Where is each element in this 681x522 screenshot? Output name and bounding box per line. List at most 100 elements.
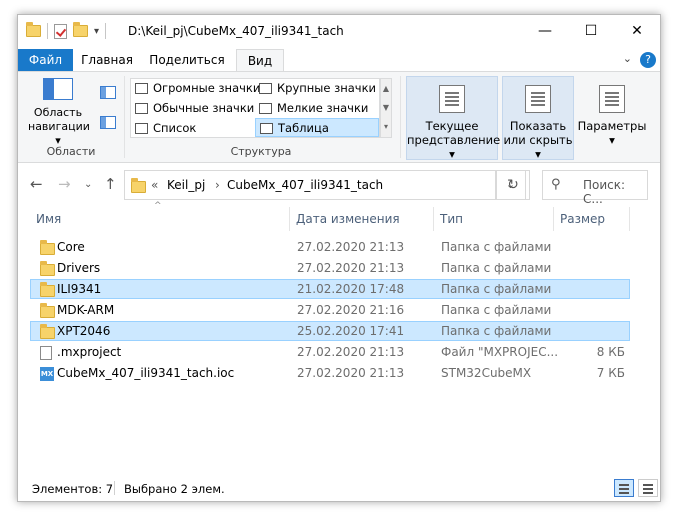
show-hide-button[interactable]: Показать или скрыть ▾ [502, 76, 574, 161]
layout-gallery-scroll[interactable]: ▲ ▼ ▾ [380, 78, 392, 138]
options-button[interactable]: Параметры ▾ [576, 76, 648, 160]
small-icons-icon [259, 103, 272, 114]
file-type: Папка с файлами [441, 282, 552, 296]
divider [105, 23, 107, 39]
recent-chevron-icon[interactable]: ⌄ [84, 179, 92, 190]
folder-icon [40, 324, 55, 339]
details-view-button[interactable] [614, 479, 634, 497]
file-name: ILI9341 [57, 282, 102, 296]
breadcrumb-separator[interactable]: › [215, 178, 220, 192]
divider [47, 23, 48, 39]
list-item[interactable]: Drivers 27.02.2020 21:13 Папка с файлами [30, 258, 630, 278]
column-type[interactable]: Тип [434, 207, 554, 231]
selected-count: Выбрано 2 элем. [124, 482, 225, 496]
layout-label: Список [153, 121, 197, 135]
layout-huge-icons[interactable]: Огромные значки [131, 79, 260, 98]
preview-pane-icon[interactable] [100, 86, 116, 99]
address-bar[interactable]: « Keil_pj › CubeMx_407_ili9341_tach [124, 170, 496, 200]
group-label-areas: Области [46, 145, 96, 158]
list-item[interactable]: MDK-ARM 27.02.2020 21:16 Папка с файлами [30, 300, 630, 320]
refresh-button[interactable]: ↻ [496, 170, 530, 200]
column-headers: ^ Имя Дата изменения Тип Размер [18, 201, 660, 231]
show-hide-label-1: Показать [509, 119, 567, 133]
address-row: ← → ⌄ ↑ « Keil_pj › CubeMx_407_ili9341_t… [18, 165, 660, 206]
minimize-button[interactable]: — [522, 15, 568, 47]
divider [400, 76, 401, 158]
up-arrow-icon[interactable]: ↑ [104, 175, 117, 193]
folder-icon [40, 303, 55, 318]
details-icon [260, 123, 273, 134]
file-type: Папка с файлами [441, 240, 552, 254]
file-date: 21.02.2020 17:48 [297, 282, 405, 296]
details-pane-icon[interactable] [100, 116, 116, 129]
back-arrow-icon[interactable]: ← [30, 175, 43, 193]
file-type: Папка с файлами [441, 324, 552, 338]
layout-details[interactable]: Таблица [255, 118, 379, 137]
breadcrumb-current[interactable]: CubeMx_407_ili9341_tach [227, 178, 383, 192]
refresh-icon: ↻ [507, 177, 519, 193]
current-view-icon [439, 85, 465, 113]
show-hide-icon [525, 85, 551, 113]
properties-icon[interactable] [54, 23, 67, 39]
stm32cubemx-icon: MX [40, 367, 54, 381]
navigation-pane-icon [43, 78, 73, 100]
file-date: 27.02.2020 21:13 [297, 366, 405, 380]
list-item[interactable]: ILI9341 21.02.2020 17:48 Папка с файлами [30, 279, 630, 299]
file-date: 27.02.2020 21:13 [297, 240, 405, 254]
current-view-button[interactable]: Текущее представление ▾ [406, 76, 500, 161]
file-date: 27.02.2020 21:13 [297, 261, 405, 275]
column-name[interactable]: Имя [30, 207, 290, 231]
tab-file[interactable]: Файл [18, 49, 73, 71]
file-icon [40, 346, 52, 360]
breadcrumb-keil-pj[interactable]: Keil_pj [167, 178, 205, 192]
layout-list[interactable]: Список [131, 119, 255, 138]
search-placeholder: Поиск: С... [583, 178, 626, 206]
options-label-2: ▾ [609, 133, 615, 147]
folder-icon [40, 282, 55, 297]
maximize-button[interactable]: ☐ [568, 15, 614, 47]
layout-large-icons[interactable]: Крупные значки [255, 79, 379, 98]
forward-arrow-icon[interactable]: → [58, 175, 71, 193]
file-name: .mxproject [57, 345, 122, 359]
list-item[interactable]: MX CubeMx_407_ili9341_tach.ioc 27.02.202… [30, 363, 630, 383]
chevron-down-icon[interactable]: ⌄ [623, 52, 632, 65]
customize-qat-icon[interactable]: ▾ [94, 26, 99, 37]
quick-access-toolbar: ▾ [26, 22, 107, 39]
tab-share[interactable]: Поделиться [148, 49, 226, 71]
file-type: STM32CubeMX [441, 366, 532, 380]
breadcrumb-overflow[interactable]: « [151, 178, 158, 192]
large-icons-icon [259, 83, 272, 94]
navigation-pane-label-2: навигации ▾ [28, 120, 90, 147]
file-date: 27.02.2020 21:16 [297, 303, 405, 317]
layout-label: Крупные значки [277, 81, 377, 95]
list-item[interactable]: Core 27.02.2020 21:13 Папка с файлами [30, 237, 630, 257]
folder-icon[interactable] [26, 22, 41, 37]
new-folder-icon[interactable] [73, 22, 88, 37]
file-date: 25.02.2020 17:41 [297, 324, 405, 338]
layout-label: Огромные значки [153, 81, 261, 95]
help-button[interactable]: ? [640, 52, 656, 68]
ribbon: Область навигации ▾ Области Огромные зна… [18, 71, 660, 163]
search-input[interactable]: ⚲ Поиск: С... [542, 170, 648, 206]
layout-label: Мелкие значки [277, 101, 369, 115]
file-name: Core [57, 240, 85, 254]
large-icons-view-button[interactable] [638, 479, 658, 497]
divider [124, 76, 125, 158]
layout-label: Таблица [278, 121, 329, 135]
layout-small-icons[interactable]: Мелкие значки [255, 99, 379, 118]
tab-view[interactable]: Вид [236, 49, 284, 71]
show-hide-label-2: или скрыть ▾ [503, 133, 573, 161]
column-date[interactable]: Дата изменения [290, 207, 434, 231]
layout-medium-icons[interactable]: Обычные значки [131, 99, 255, 118]
list-item[interactable]: XPT2046 25.02.2020 17:41 Папка с файлами [30, 321, 630, 341]
window-title: D:\Keil_pj\CubeMx_407_ili9341_tach [128, 24, 344, 38]
close-button[interactable]: ✕ [614, 15, 660, 47]
layout-gallery: Огромные значки Крупные значки Обычные з… [130, 78, 380, 138]
navigation-pane-label-1: Область [33, 106, 83, 119]
tab-home[interactable]: Главная [80, 49, 134, 71]
navigation-pane-button[interactable]: Область навигации ▾ [28, 78, 90, 148]
ribbon-tabs: Файл Главная Поделиться Вид ⌄ ? [18, 47, 660, 71]
column-size[interactable]: Размер [554, 207, 630, 231]
title-bar: ▾ D:\Keil_pj\CubeMx_407_ili9341_tach — ☐… [18, 15, 660, 47]
list-item[interactable]: .mxproject 27.02.2020 21:13 Файл "MXPROJ… [30, 342, 630, 362]
